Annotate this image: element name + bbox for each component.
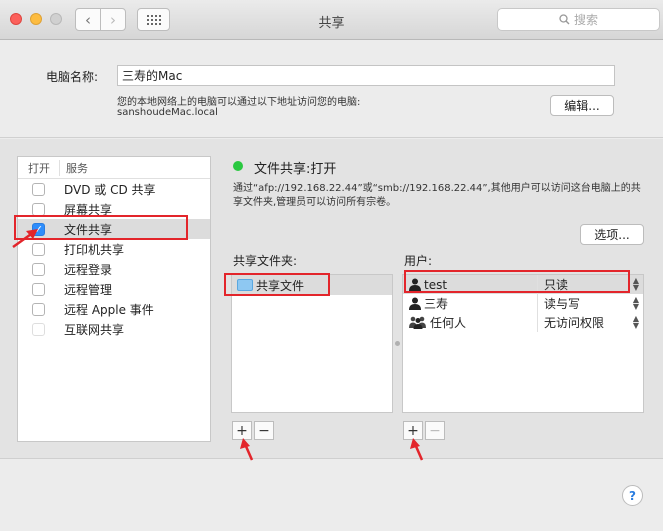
updown-arrows-icon: ▲ ▼ [632, 295, 639, 311]
service-list-header: 打开 服务 [18, 157, 210, 179]
title-bar: ‹ › 共享 搜索 [0, 0, 663, 40]
annotation-box-shared-folder [224, 273, 330, 296]
computer-name-label: 电脑名称: [46, 70, 99, 84]
updown-arrows-icon: ▲ ▼ [632, 314, 639, 330]
service-row-printer-sharing[interactable]: 打印机共享 [18, 239, 210, 259]
search-placeholder: 搜索 [573, 13, 598, 27]
computer-address-hint: 您的本地网络上的电脑可以通过以下地址访问您的电脑: [117, 97, 361, 108]
service-checkbox[interactable] [32, 302, 45, 316]
table-row[interactable]: 任何人 无访问权限 ▲ ▼ [403, 313, 643, 332]
search-field[interactable]: 搜索 [497, 8, 660, 31]
annotation-box-file-sharing [14, 215, 188, 240]
service-row-remote-apple-events[interactable]: 远程 Apple 事件 [18, 299, 210, 319]
updown-arrows-icon: ▲ ▼ [632, 276, 639, 292]
users-list: test 只读 ▲ ▼ 三寿 读与写 ▲ ▼ 任何人 无访问权限 ▲ ▼ [402, 274, 644, 413]
service-checkbox[interactable] [32, 202, 45, 216]
annotation-arrow-icon [240, 438, 254, 461]
service-label: 远程 Apple 事件 [64, 302, 154, 317]
permission-select[interactable]: 无访问权限 [538, 314, 643, 331]
service-label: 远程管理 [64, 282, 113, 297]
sharing-main-section: 打开 服务 DVD 或 CD 共享 屏幕共享 ✓ 文件共享 打印机共享 远程登录… [0, 139, 663, 459]
file-sharing-status: 文件共享:打开 [254, 162, 337, 177]
service-label: 远程登录 [64, 262, 113, 277]
file-sharing-description: 通过“afp://192.168.22.44”或“smb://192.168.2… [233, 183, 641, 208]
annotation-arrow-icon [12, 229, 38, 249]
service-row-dvd[interactable]: DVD 或 CD 共享 [18, 179, 210, 199]
group-icon [409, 316, 426, 329]
edit-button[interactable]: 编辑... [550, 95, 614, 116]
service-row-remote-management[interactable]: 远程管理 [18, 279, 210, 299]
user-name: 三寿 [424, 297, 449, 311]
shared-folders-label: 共享文件夹: [233, 254, 298, 268]
remove-user-button[interactable]: − [425, 421, 445, 440]
computer-name-section: 电脑名称: 您的本地网络上的电脑可以通过以下地址访问您的电脑: sanshoud… [0, 41, 663, 138]
options-button[interactable]: 选项... [580, 224, 644, 245]
person-icon [409, 297, 421, 310]
service-row-internet-sharing[interactable]: 互联网共享 [18, 319, 210, 339]
service-checkbox[interactable] [32, 262, 45, 276]
status-indicator [233, 161, 243, 171]
help-button[interactable]: ? [622, 485, 643, 506]
user-name: 任何人 [430, 316, 467, 330]
table-row[interactable]: 三寿 读与写 ▲ ▼ [403, 294, 643, 313]
column-header-on: 打开 [18, 159, 60, 176]
permission-select[interactable]: 读与写 [538, 295, 643, 312]
service-label: 打印机共享 [64, 242, 125, 257]
annotation-arrow-icon [410, 438, 424, 461]
service-label: DVD 或 CD 共享 [64, 182, 156, 197]
service-checkbox[interactable] [32, 182, 45, 196]
service-checkbox[interactable] [32, 322, 45, 336]
column-header-service: 服务 [66, 161, 88, 175]
service-label: 互联网共享 [64, 322, 125, 337]
service-list: 打开 服务 DVD 或 CD 共享 屏幕共享 ✓ 文件共享 打印机共享 远程登录… [17, 156, 211, 442]
users-label: 用户: [404, 254, 433, 268]
search-icon [559, 14, 570, 25]
computer-address: sanshoudeMac.local [117, 107, 218, 118]
service-row-remote-login[interactable]: 远程登录 [18, 259, 210, 279]
split-handle[interactable] [395, 341, 400, 346]
annotation-box-user-test [404, 270, 630, 293]
service-checkbox[interactable] [32, 282, 45, 296]
computer-name-input[interactable] [117, 65, 615, 86]
